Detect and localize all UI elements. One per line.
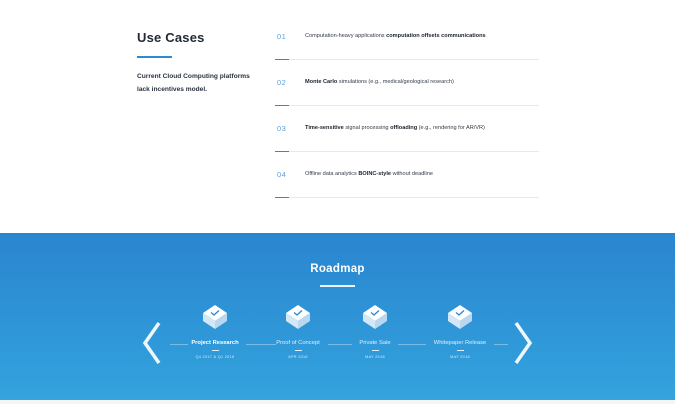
- milestone-date: Q4 2017 & Q1 2018: [195, 355, 235, 359]
- diamond-check-icon: [363, 305, 387, 329]
- use-case-text-bold: Time-sensitive: [305, 125, 344, 131]
- use-case-number: 01: [277, 32, 287, 41]
- use-case-text-plain: simulations (e.g., medical/geological re…: [337, 79, 454, 85]
- use-case-number: 02: [277, 78, 287, 87]
- roadmap-title: Roadmap: [310, 263, 365, 275]
- roadmap-section: Roadmap Project Research Q4 2017 & Q1 20…: [0, 233, 675, 404]
- use-case-text: Time-sensitive signal processing offload…: [305, 125, 485, 131]
- use-case-text-plain: signal processing: [343, 125, 391, 131]
- milestone-label: Whitepaper Release: [433, 340, 487, 346]
- diamond-check-icon: [203, 305, 227, 329]
- use-case-text-plain: Computation-heavy applications: [305, 33, 387, 39]
- milestone-date: MAY 2018: [365, 355, 385, 359]
- chevron-left-icon[interactable]: [141, 321, 163, 365]
- use-case-text: Computation-heavy applications computati…: [305, 33, 486, 39]
- use-case-text: Monte Carlo simulations (e.g., medical/g…: [305, 79, 454, 85]
- use-cases-description: Current Cloud Computing platforms lack i…: [137, 73, 250, 93]
- milestone-divider: [294, 350, 302, 351]
- use-cases-title: Use Cases: [137, 30, 205, 45]
- roadmap-milestone[interactable]: Private Sale MAY 2018: [330, 299, 420, 359]
- roadmap-title-underline: [320, 285, 355, 287]
- diamond-check-icon: [448, 305, 472, 329]
- milestone-label: Private Sale: [359, 340, 391, 346]
- use-case-text-plain: (e.g., rendering for AR/VR): [417, 125, 485, 131]
- milestone-date: MAY 2018: [450, 355, 470, 359]
- milestone-divider: [211, 350, 219, 351]
- use-case-text: Offline data analytics BOINC-style witho…: [305, 171, 433, 177]
- use-case-text-bold: Monte Carlo: [305, 79, 338, 85]
- milestone-label: Project Research: [191, 340, 239, 346]
- diamond-check-icon: [286, 305, 310, 329]
- use-case-text-bold: computation offsets communications: [386, 33, 486, 39]
- use-cases-section: Use Cases Current Cloud Computing platfo…: [0, 0, 675, 233]
- use-case-text-plain: Offline data analytics: [305, 171, 359, 177]
- use-case-item: 01 Computation-heavy applications comput…: [275, 14, 539, 60]
- use-case-item: 02 Monte Carlo simulations (e.g., medica…: [275, 60, 539, 106]
- page-bottom-strip: [0, 400, 675, 404]
- use-case-number: 03: [277, 124, 287, 133]
- use-case-list: 01 Computation-heavy applications comput…: [275, 14, 539, 198]
- use-case-item: 04 Offline data analytics BOINC-style wi…: [275, 152, 539, 198]
- roadmap-milestone[interactable]: Whitepaper Release MAY 2018: [415, 299, 505, 359]
- use-case-text-bold: BOINC-style: [358, 171, 392, 177]
- title-underline: [137, 56, 172, 58]
- roadmap-milestone[interactable]: Project Research Q4 2017 & Q1 2018: [170, 299, 260, 359]
- milestone-divider: [371, 350, 379, 351]
- milestone-divider: [456, 350, 464, 351]
- use-case-text-bold: offloading: [390, 125, 418, 131]
- use-case-item: 03 Time-sensitive signal processing offl…: [275, 106, 539, 152]
- use-case-number: 04: [277, 170, 287, 179]
- use-case-text-plain: without deadline: [391, 171, 434, 177]
- chevron-right-icon[interactable]: [512, 321, 534, 365]
